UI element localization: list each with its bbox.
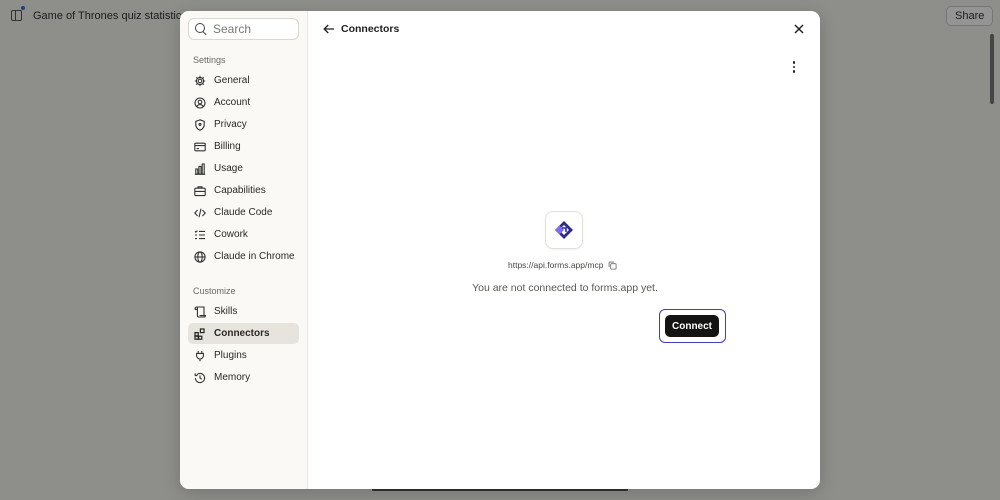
connector-url-row: https://api.forms.app/mcp <box>508 260 617 270</box>
scroll-icon <box>194 305 206 318</box>
sidebar-item-label: Memory <box>214 372 251 383</box>
search-icon <box>195 23 207 35</box>
sidebar-item-label: Cowork <box>214 229 248 240</box>
sidebar-item-skills[interactable]: Skills <box>188 301 299 322</box>
user-circle-icon <box>194 96 206 109</box>
kebab-dot <box>792 65 796 69</box>
sidebar-item-privacy[interactable]: Privacy <box>188 114 299 135</box>
page-title: Connectors <box>341 23 400 35</box>
sidebar-item-label: General <box>214 75 250 86</box>
gear-icon <box>194 75 206 87</box>
section-title-customize: Customize <box>193 286 236 296</box>
close-icon[interactable] <box>792 22 806 36</box>
code-icon <box>194 207 206 219</box>
settings-sidebar: Settings General Account Privacy Billing <box>180 11 308 489</box>
copy-icon[interactable] <box>608 261 617 270</box>
sidebar-item-label: Claude in Chrome <box>214 251 295 262</box>
sidebar-item-label: Skills <box>214 306 238 317</box>
sidebar-item-account[interactable]: Account <box>188 92 299 113</box>
more-options-icon[interactable] <box>789 60 799 74</box>
sidebar-item-capabilities[interactable]: Capabilities <box>188 180 299 201</box>
sidebar-item-plugins[interactable]: Plugins <box>188 345 299 366</box>
kebab-dot <box>792 70 796 73</box>
connection-status: You are not connected to forms.app yet. <box>472 282 658 294</box>
briefcase-icon <box>194 185 206 197</box>
checklist-icon <box>194 229 206 241</box>
sidebar-item-cowork[interactable]: Cowork <box>188 224 299 245</box>
connector-detail-panel: Connectors https://api.forms.app/mcp You… <box>308 11 820 489</box>
sidebar-item-label: Privacy <box>214 119 247 130</box>
bar-chart-icon <box>194 162 206 175</box>
sidebar-item-claude-code[interactable]: Claude Code <box>188 202 299 223</box>
sidebar-item-label: Capabilities <box>214 185 266 196</box>
shield-icon <box>194 118 206 131</box>
sidebar-item-label: Account <box>214 97 251 108</box>
globe-icon <box>194 250 206 263</box>
sidebar-item-label: Connectors <box>214 328 270 339</box>
sidebar-item-general[interactable]: General <box>188 70 299 91</box>
credit-card-icon <box>194 141 206 153</box>
sidebar-item-label: Billing <box>214 141 241 152</box>
settings-modal: Settings General Account Privacy Billing <box>180 11 820 489</box>
panel-header: Connectors <box>323 23 399 35</box>
sidebar-item-connectors[interactable]: Connectors <box>188 323 299 344</box>
sidebar-item-label: Usage <box>214 163 243 174</box>
sidebar-item-billing[interactable]: Billing <box>188 136 299 157</box>
plug-icon <box>194 350 206 362</box>
section-title-settings: Settings <box>193 55 226 65</box>
forms-app-logo-icon <box>555 221 573 239</box>
connector-url: https://api.forms.app/mcp <box>508 260 604 270</box>
search-box[interactable] <box>188 18 299 40</box>
sidebar-item-claude-in-chrome[interactable]: Claude in Chrome <box>188 246 299 267</box>
connect-button[interactable]: Connect <box>665 315 719 337</box>
forms-app-logo <box>545 211 583 249</box>
sidebar-item-label: Claude Code <box>214 207 273 218</box>
blocks-icon <box>194 327 206 340</box>
sidebar-item-usage[interactable]: Usage <box>188 158 299 179</box>
kebab-dot <box>792 61 796 64</box>
search-input[interactable] <box>213 22 293 36</box>
back-arrow-icon[interactable] <box>323 23 335 35</box>
sidebar-item-memory[interactable]: Memory <box>188 367 299 388</box>
sidebar-item-label: Plugins <box>214 350 247 361</box>
history-icon <box>194 372 206 384</box>
